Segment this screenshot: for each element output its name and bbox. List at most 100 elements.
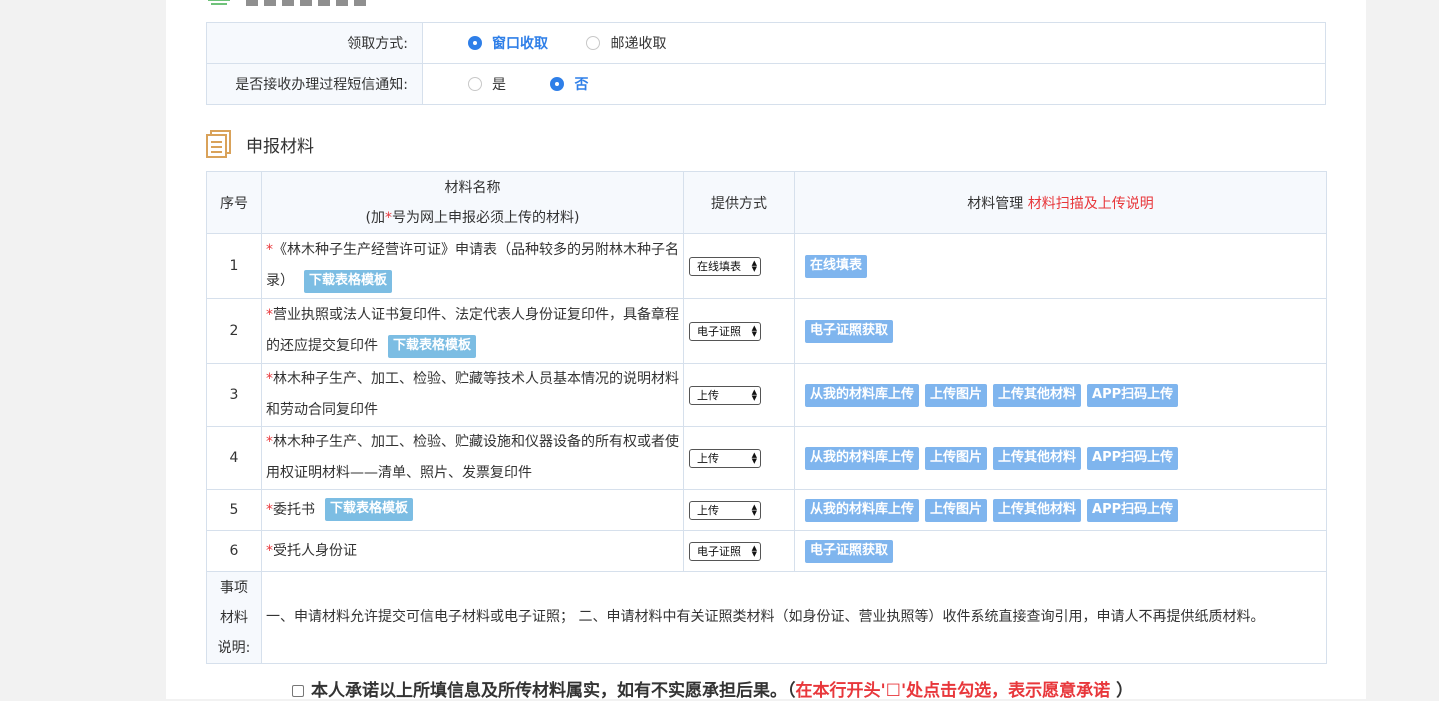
- required-star: *: [266, 434, 273, 450]
- table-row: 6 *受托人身份证 电子证照 ▲ ▼ 电子证照获取: [206, 530, 1327, 572]
- provide-way-select[interactable]: 上传 ▲ ▼: [689, 500, 761, 520]
- promise-checkbox[interactable]: [292, 684, 304, 697]
- material-manage-cell: 从我的材料库上传 上传图片 上传其他材料 APP扫码上传: [794, 426, 1327, 490]
- material-manage-cell: 从我的材料库上传 上传图片 上传其他材料 APP扫码上传: [794, 363, 1327, 427]
- provide-way-select[interactable]: 电子证照 ▲ ▼: [689, 541, 761, 561]
- radio-dot: [550, 76, 565, 91]
- provide-way-cell: 在线填表 ▲ ▼: [683, 233, 795, 299]
- table-row: 4 *林木种子生产、加工、检验、贮藏设施和仪器设备的所有权或者使用权证明材料——清…: [206, 426, 1327, 490]
- material-action-button[interactable]: 电子证照获取: [805, 539, 894, 563]
- note-label-line: 事项: [220, 579, 248, 596]
- material-name: 林木种子生产、加工、检验、贮藏设施和仪器设备的所有权或者使用权证明材料——清单、…: [266, 434, 679, 481]
- provide-way-cell: 电子证照 ▲ ▼: [683, 298, 795, 364]
- material-name-cell: *《林木种子生产经营许可证》申请表（品种较多的另附林木种子名录） 下载表格模板: [261, 233, 684, 299]
- material-manage-cell: 在线填表: [794, 233, 1327, 299]
- monitor-icon: [208, 0, 230, 5]
- header-name-line2: (加*号为网上申报必须上传的材料): [262, 203, 683, 233]
- material-action-button[interactable]: 上传图片: [925, 446, 988, 470]
- provide-way-cell: 上传 ▲ ▼: [683, 426, 795, 490]
- radio-mail-pickup[interactable]: 邮递收取: [586, 33, 666, 53]
- section-title: 申报材料: [246, 136, 314, 157]
- material-name-cell: *委托书 下载表格模板: [261, 489, 684, 531]
- promise-line: 本人承诺以上所填信息及所传材料属实，如有不实愿承担后果。（ 在本行开头'☐'处点…: [292, 676, 1133, 701]
- header-way: 提供方式: [683, 171, 795, 234]
- select-value: 上传: [697, 452, 719, 465]
- sms-options: 是 否: [422, 63, 1326, 105]
- required-star: *: [266, 242, 273, 258]
- table-header-row: 序号 材料名称 (加*号为网上申报必须上传的材料) 提供方式 材料管理 材料扫描…: [206, 171, 1327, 234]
- material-name: 受托人身份证: [273, 542, 357, 559]
- row-number: 5: [206, 489, 262, 531]
- delivery-options: 窗口收取 邮递收取: [422, 22, 1326, 64]
- document-list-icon: [206, 130, 231, 158]
- provide-way-select[interactable]: 电子证照 ▲ ▼: [689, 321, 761, 341]
- material-action-button[interactable]: 从我的材料库上传: [805, 446, 920, 470]
- promise-hint: 在本行开头'☐'处点击勾选，表示愿意承诺: [795, 681, 1111, 701]
- required-star: *: [266, 542, 273, 559]
- material-action-button[interactable]: 上传其他材料: [993, 446, 1082, 470]
- provide-way-select[interactable]: 在线填表 ▲ ▼: [689, 256, 761, 276]
- radio-label: 邮递收取: [610, 35, 667, 52]
- row-number: 2: [206, 298, 262, 364]
- material-action-button[interactable]: 从我的材料库上传: [805, 498, 920, 522]
- note-label-line: 材料: [220, 609, 248, 626]
- material-action-button[interactable]: 上传图片: [925, 383, 988, 407]
- select-value: 上传: [697, 504, 719, 517]
- material-action-button[interactable]: APP扫码上传: [1087, 383, 1179, 407]
- material-name-cell: *受托人身份证: [261, 530, 684, 572]
- upload-guide-link[interactable]: 材料扫描及上传说明: [1028, 196, 1154, 212]
- material-action-button[interactable]: 上传图片: [925, 498, 988, 522]
- header-no: 序号: [206, 171, 262, 234]
- row-number: 3: [206, 363, 262, 427]
- provide-way-select[interactable]: 上传 ▲ ▼: [689, 448, 761, 468]
- header-name: 材料名称 (加*号为网上申报必须上传的材料): [261, 171, 684, 234]
- material-name-cell: *林木种子生产、加工、检验、贮藏设施和仪器设备的所有权或者使用权证明材料——清单…: [261, 426, 684, 490]
- provide-way-select[interactable]: 上传 ▲ ▼: [689, 385, 761, 405]
- row-number: 6: [206, 530, 262, 572]
- select-arrows-icon: ▲ ▼: [751, 324, 757, 338]
- material-name-cell: *林木种子生产、加工、检验、贮藏等技术人员基本情况的说明材料和劳动合同复印件: [261, 363, 684, 427]
- required-star: *: [385, 209, 392, 226]
- radio-dot: [468, 35, 482, 50]
- radio-sms-yes[interactable]: 是: [468, 74, 506, 94]
- material-action-button[interactable]: 上传其他材料: [993, 383, 1082, 407]
- header-name-suffix: 号为网上申报必须上传的材料): [392, 209, 580, 226]
- download-template-button[interactable]: 下载表格模板: [325, 498, 414, 521]
- delivery-row: 领取方式: 窗口收取 邮递收取: [206, 22, 1326, 64]
- material-manage-cell: 电子证照获取: [794, 530, 1327, 572]
- required-star: *: [266, 307, 273, 323]
- material-manage-cell: 从我的材料库上传 上传图片 上传其他材料 APP扫码上传: [794, 489, 1327, 531]
- material-name: 委托书: [273, 501, 315, 518]
- sms-row: 是否接收办理过程短信通知: 是 否: [206, 63, 1326, 105]
- section-title-partial: [246, 0, 366, 6]
- note-label: 事项 材料 说明:: [206, 571, 262, 664]
- material-action-button[interactable]: APP扫码上传: [1087, 498, 1179, 522]
- radio-sms-no[interactable]: 否: [550, 74, 588, 94]
- material-action-button[interactable]: 上传其他材料: [993, 498, 1082, 522]
- header-manage: 材料管理 材料扫描及上传说明: [794, 171, 1327, 234]
- material-action-button[interactable]: APP扫码上传: [1087, 446, 1179, 470]
- table-row: 1 *《林木种子生产经营许可证》申请表（品种较多的另附林木种子名录） 下载表格模板在…: [206, 233, 1327, 299]
- radio-label: 否: [574, 76, 589, 93]
- material-action-button[interactable]: 在线填表: [805, 254, 868, 278]
- radio-dot: [586, 35, 601, 50]
- material-action-button[interactable]: 电子证照获取: [805, 319, 894, 343]
- select-value: 在线填表: [697, 260, 741, 273]
- table-row: 3 *林木种子生产、加工、检验、贮藏等技术人员基本情况的说明材料和劳动合同复印件上…: [206, 363, 1327, 427]
- material-name-cell: *营业执照或法人证书复印件、法定代表人身份证复印件，具备章程的还应提交复印件 下载…: [261, 298, 684, 364]
- table-row: 5 *委托书 下载表格模板 上传 ▲ ▼ 从我的材料库上传 上传图片 上传其他材料 APP扫码上传: [206, 489, 1327, 531]
- select-value: 上传: [697, 389, 719, 402]
- download-template-button[interactable]: 下载表格模板: [388, 334, 477, 358]
- material-manage-cell: 电子证照获取: [794, 298, 1327, 364]
- row-number: 1: [206, 233, 262, 299]
- select-arrows-icon: ▲ ▼: [751, 388, 757, 402]
- material-action-button[interactable]: 从我的材料库上传: [805, 383, 920, 407]
- download-template-button[interactable]: 下载表格模板: [304, 269, 393, 293]
- materials-table: 序号 材料名称 (加*号为网上申报必须上传的材料) 提供方式 材料管理 材料扫描…: [206, 171, 1327, 664]
- header-name-line1: 材料名称: [444, 179, 501, 196]
- note-row: 事项 材料 说明: 一、申请材料允许提交可信电子材料或电子证照； 二、申请材料中…: [206, 571, 1327, 664]
- select-arrows-icon: ▲ ▼: [751, 451, 757, 465]
- header-manage-label: 材料管理: [967, 195, 1024, 212]
- select-value: 电子证照: [697, 545, 741, 558]
- radio-window-pickup[interactable]: 窗口收取: [468, 33, 548, 53]
